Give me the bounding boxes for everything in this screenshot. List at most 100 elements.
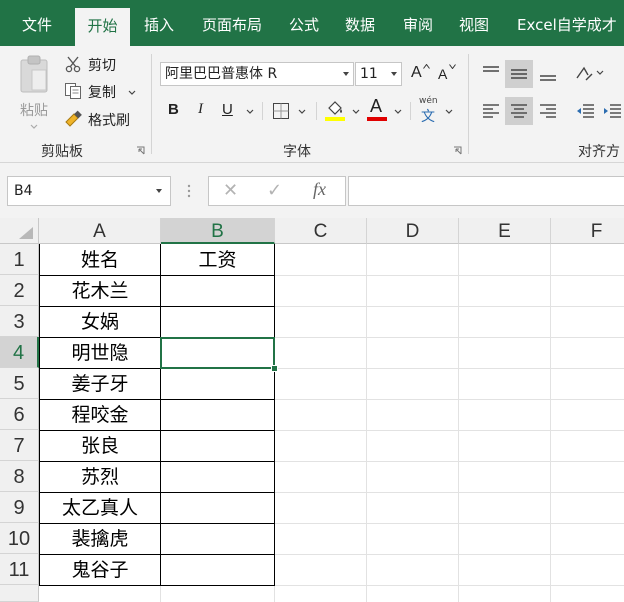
align-middle-button[interactable] <box>505 60 533 88</box>
copy-button[interactable]: 复制 <box>64 81 138 103</box>
column-header-a[interactable]: A <box>39 218 161 244</box>
resize-handle-icon[interactable] <box>187 183 191 199</box>
row-header-5[interactable]: 5 <box>0 368 39 399</box>
tab-review[interactable]: 审阅 <box>403 0 433 46</box>
cell-b9[interactable] <box>161 492 274 523</box>
format-painter-button[interactable]: 格式刷 <box>64 109 134 131</box>
divider <box>316 102 317 120</box>
row-header-12[interactable] <box>0 585 39 602</box>
font-size-value: 11 <box>360 66 378 82</box>
cell-a5[interactable]: 姜子牙 <box>40 368 160 399</box>
insert-function-button[interactable]: fx <box>313 179 326 200</box>
cell-b3[interactable] <box>161 306 274 337</box>
font-color-glyph: A <box>370 96 383 116</box>
cell-b10[interactable] <box>161 523 274 554</box>
highlight-color-swatch <box>325 117 345 121</box>
row-header-10[interactable]: 10 <box>0 523 39 554</box>
row-header-9[interactable]: 9 <box>0 492 39 523</box>
column-header-d[interactable]: D <box>367 218 459 244</box>
cell-b1[interactable]: 工资 <box>161 244 274 275</box>
tab-home[interactable]: 开始 <box>75 8 130 46</box>
decrease-indent-icon <box>577 104 594 118</box>
select-all-button[interactable] <box>0 218 39 244</box>
cell-b6[interactable] <box>161 399 274 430</box>
align-top-button[interactable] <box>478 60 504 86</box>
bold-button[interactable]: B <box>164 100 184 122</box>
row-header-7[interactable]: 7 <box>0 430 39 461</box>
italic-button[interactable]: I <box>192 100 212 122</box>
dialog-launcher-icon[interactable] <box>453 146 462 155</box>
fill-handle[interactable] <box>271 365 278 372</box>
borders-button[interactable] <box>270 100 312 122</box>
tab-data[interactable]: 数据 <box>345 0 375 46</box>
select-all-triangle-icon <box>19 227 33 239</box>
cancel-entry-button[interactable]: ✕ <box>223 180 238 201</box>
font-color-button[interactable]: A <box>366 96 406 124</box>
group-divider <box>151 54 152 154</box>
font-name-select[interactable]: 阿里巴巴普惠体 R <box>160 62 354 86</box>
tab-formulas[interactable]: 公式 <box>289 0 319 46</box>
cell-a3[interactable]: 女娲 <box>40 306 160 337</box>
row-header-8[interactable]: 8 <box>0 461 39 492</box>
increase-indent-button[interactable] <box>600 98 624 124</box>
orientation-button[interactable] <box>572 60 608 86</box>
cell-a11[interactable]: 鬼谷子 <box>40 554 160 585</box>
row-header-2[interactable]: 2 <box>0 275 39 306</box>
tab-page-layout[interactable]: 页面布局 <box>202 0 262 46</box>
row-header-3[interactable]: 3 <box>0 306 39 337</box>
increase-indent-icon <box>604 104 621 118</box>
phonetic-guide-button[interactable]: wén 文 <box>417 96 457 125</box>
align-right-button[interactable] <box>535 98 561 124</box>
group-divider <box>468 54 469 154</box>
tab-view[interactable]: 视图 <box>459 0 489 46</box>
row-header-4[interactable]: 4 <box>0 337 39 368</box>
paste-button[interactable]: 粘贴 <box>12 52 56 132</box>
row-header-1[interactable]: 1 <box>0 244 39 275</box>
cell-a1[interactable]: 姓名 <box>40 244 160 275</box>
chevron-down-icon <box>128 90 136 95</box>
chevron-down-icon <box>596 70 604 75</box>
font-color-swatch <box>367 117 387 121</box>
confirm-entry-button[interactable]: ✓ <box>267 180 282 201</box>
font-size-select[interactable]: 11 <box>355 62 402 86</box>
fill-color-button[interactable] <box>322 98 362 124</box>
column-header-b[interactable]: B <box>161 218 275 244</box>
cut-label: 剪切 <box>88 58 116 74</box>
decrease-indent-button[interactable] <box>572 98 598 124</box>
underline-button[interactable]: U <box>218 100 258 122</box>
formula-input[interactable] <box>348 176 624 206</box>
column-header-c[interactable]: C <box>275 218 367 244</box>
tab-excel-self-study[interactable]: Excel自学成才 <box>517 0 617 46</box>
tab-insert[interactable]: 插入 <box>144 0 174 46</box>
align-left-button[interactable] <box>478 98 504 124</box>
cell-b8[interactable] <box>161 461 274 492</box>
align-center-button[interactable] <box>505 97 533 125</box>
column-header-f[interactable]: F <box>551 218 624 244</box>
row-header-11[interactable]: 11 <box>0 554 39 585</box>
cell-b7[interactable] <box>161 430 274 461</box>
tab-file[interactable]: 文件 <box>22 0 52 46</box>
cell-a4[interactable]: 明世隐 <box>40 337 160 368</box>
cell-a6[interactable]: 程咬金 <box>40 399 160 430</box>
cut-button[interactable]: 剪切 <box>64 54 124 76</box>
underline-glyph: U <box>222 101 233 118</box>
cell-a9[interactable]: 太乙真人 <box>40 492 160 523</box>
cell-b5[interactable] <box>161 368 274 399</box>
increase-font-size-button[interactable]: A <box>409 62 431 86</box>
decrease-font-size-button[interactable]: A <box>436 62 458 86</box>
borders-icon <box>273 103 289 119</box>
column-header-e[interactable]: E <box>459 218 551 244</box>
align-bottom-button[interactable] <box>535 60 561 86</box>
cell-a8[interactable]: 苏烈 <box>40 461 160 492</box>
increase-font-size-glyph: A <box>411 64 422 81</box>
phonetic-pinyin: wén <box>419 96 438 106</box>
cell-a7[interactable]: 张良 <box>40 430 160 461</box>
dialog-launcher-icon[interactable] <box>136 146 145 155</box>
align-top-icon <box>483 66 499 72</box>
name-box[interactable]: B4 <box>7 176 171 206</box>
cell-b2[interactable] <box>161 275 274 306</box>
cell-a10[interactable]: 裴擒虎 <box>40 523 160 554</box>
row-header-6[interactable]: 6 <box>0 399 39 430</box>
cell-b11[interactable] <box>161 554 274 585</box>
cell-a2[interactable]: 花木兰 <box>40 275 160 306</box>
